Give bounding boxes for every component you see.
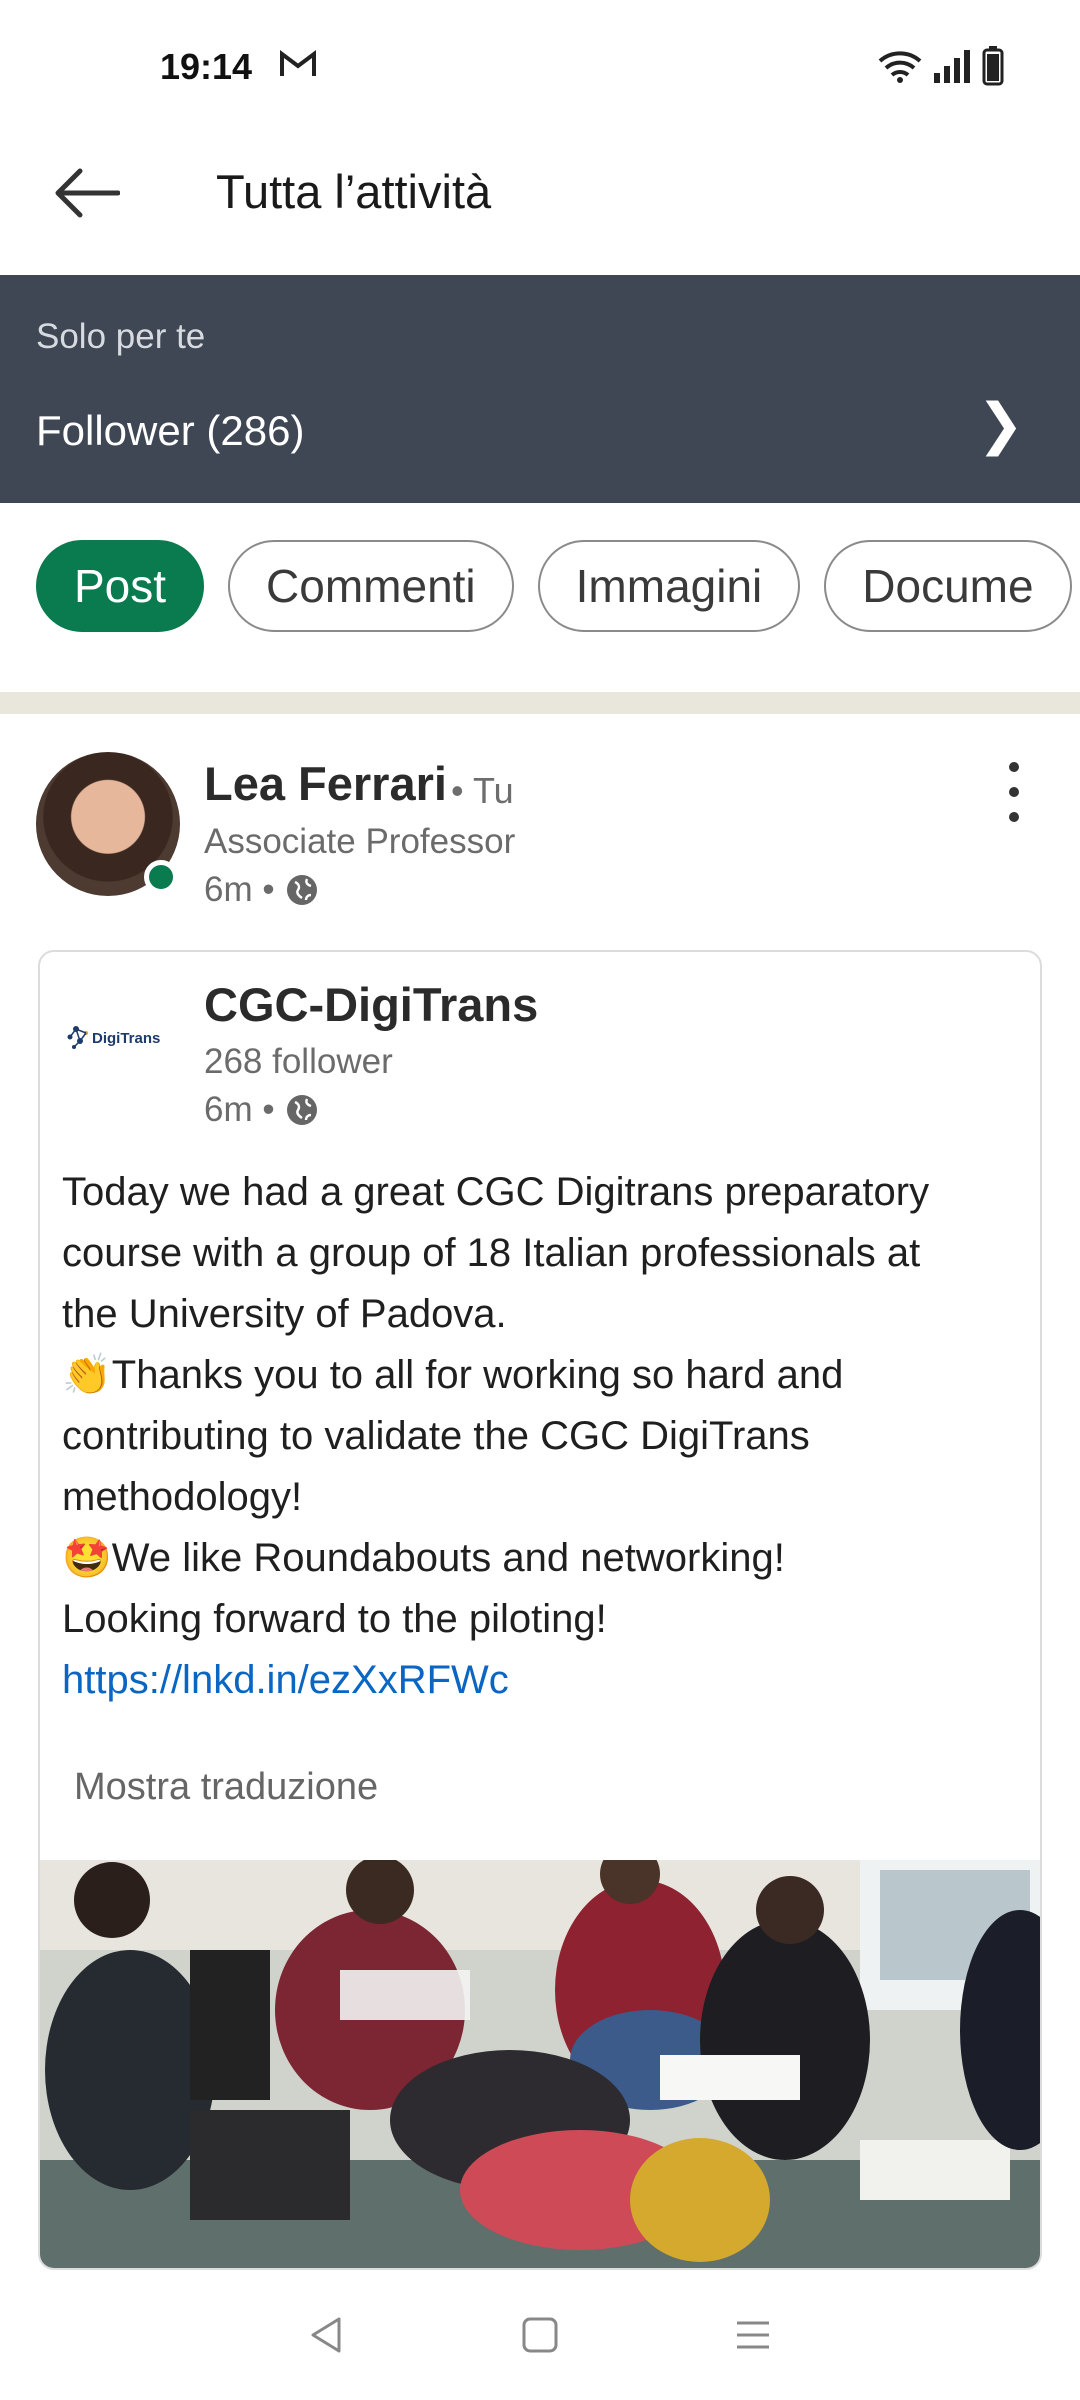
gmail-icon xyxy=(280,50,316,83)
logo-text: DigiTrans xyxy=(92,1030,160,1047)
wifi-icon xyxy=(878,51,922,83)
back-arrow-icon xyxy=(55,168,120,218)
nav-home-icon[interactable] xyxy=(520,2315,560,2355)
battery-icon xyxy=(982,46,1004,86)
section-divider xyxy=(0,692,1080,714)
filter-chip-images[interactable]: Immagini xyxy=(537,540,801,632)
post-text-line: 🤩We like Roundabouts and networking! xyxy=(62,1536,785,1580)
post-text-line: the University of Padova. xyxy=(62,1292,507,1336)
shared-post-meta: 6m • xyxy=(204,1090,319,1130)
post-text-line: 👏Thanks you to all for working so hard a… xyxy=(62,1353,844,1397)
post-text-line: course with a group of 18 Italian profes… xyxy=(62,1231,921,1275)
filter-chip-comments[interactable]: Commenti xyxy=(228,540,514,632)
post-text-line: contributing to validate the CGC DigiTra… xyxy=(62,1414,810,1458)
status-icons xyxy=(878,46,1004,86)
post-text-line: methodology! xyxy=(62,1475,303,1519)
shared-post-card[interactable]: DigiTrans CGC-DigiTrans 268 follower 6m … xyxy=(38,950,1042,2270)
company-name[interactable]: CGC-DigiTrans xyxy=(204,977,538,1032)
post-link[interactable]: https://lnkd.in/ezXxRFWc xyxy=(62,1650,1022,1711)
post-text-line: Looking forward to the piloting! xyxy=(62,1597,607,1641)
back-button[interactable] xyxy=(46,158,126,228)
post-text-line: Today we had a great CGC Digitrans prepa… xyxy=(62,1170,930,1214)
signal-icon xyxy=(934,50,970,83)
banner-subtitle: Solo per te xyxy=(36,317,206,356)
nav-back-icon[interactable] xyxy=(307,2315,347,2355)
nav-menu-icon[interactable] xyxy=(733,2315,773,2355)
system-nav-bar xyxy=(0,2270,1080,2400)
more-options-button[interactable] xyxy=(994,762,1034,822)
online-status-dot xyxy=(144,860,178,894)
status-time: 19:14 xyxy=(160,46,253,87)
author-headline: Associate Professor xyxy=(204,822,516,861)
page-title: Tutta l’attività xyxy=(216,165,492,218)
followers-banner[interactable] xyxy=(0,275,1080,503)
author-name[interactable]: Lea Ferrari xyxy=(204,756,447,811)
filter-chip-documents[interactable]: Docume xyxy=(824,540,1072,632)
chevron-right-icon[interactable]: ❯ xyxy=(977,396,1024,452)
globe-icon xyxy=(286,1095,317,1125)
post-time: 6m • xyxy=(204,870,275,909)
more-dot-icon xyxy=(1009,812,1019,822)
post-photo[interactable] xyxy=(40,1860,1040,2268)
filter-chips: Post Commenti Immagini Docume xyxy=(36,540,1072,632)
post-meta: 6m • xyxy=(204,870,319,910)
author-relation: • Tu xyxy=(451,770,514,811)
shared-post-time: 6m • xyxy=(204,1090,275,1129)
post-body: Today we had a great CGC Digitrans prepa… xyxy=(62,1162,1022,1711)
company-logo[interactable]: DigiTrans xyxy=(62,1007,182,1067)
company-followers: 268 follower xyxy=(204,1042,393,1081)
globe-icon xyxy=(286,875,317,905)
show-translation-button[interactable]: Mostra traduzione xyxy=(74,1766,378,1809)
filter-chip-post[interactable]: Post xyxy=(36,540,205,632)
more-dot-icon xyxy=(1009,787,1019,797)
banner-followers-count[interactable]: Follower (286) xyxy=(36,407,304,455)
more-dot-icon xyxy=(1009,762,1019,772)
